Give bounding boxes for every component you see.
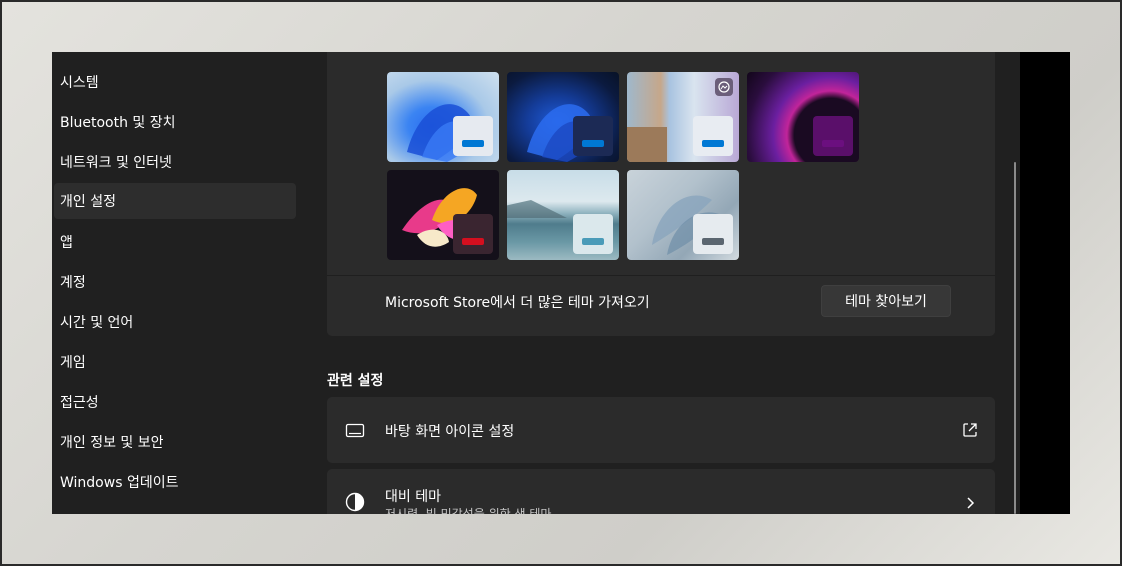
browse-themes-button[interactable]: 테마 찾아보기 (821, 285, 951, 317)
sidebar-item-label: 네트워크 및 인터넷 (60, 155, 172, 171)
accent-bar (702, 140, 724, 147)
sidebar-item-label: 앱 (60, 235, 73, 251)
sidebar-item-label: Windows 업데이트 (60, 475, 179, 491)
row-title: 바탕 화면 아이콘 설정 (385, 424, 515, 440)
sidebar-item-bluetooth[interactable]: Bluetooth 및 장치 (54, 104, 296, 140)
external-link-icon (963, 423, 977, 437)
sidebar-item-label: 개인 설정 (60, 194, 116, 210)
theme-card: Microsoft Store에서 더 많은 테마 가져오기 테마 찾아보기 (327, 52, 995, 336)
monitor-icon (345, 423, 365, 438)
accent-bar (702, 238, 724, 245)
sidebar-item-system[interactable]: 시스템 (54, 64, 296, 100)
accent-bar (822, 140, 844, 147)
theme-swatch (573, 214, 613, 254)
settings-window: 시스템 Bluetooth 및 장치 네트워크 및 인터넷 개인 설정 앱 계정… (52, 52, 1070, 514)
theme-swatch (693, 214, 733, 254)
theme-thumbnail-glow[interactable] (747, 72, 859, 162)
sidebar-item-label: Bluetooth 및 장치 (60, 115, 176, 131)
accent-bar (582, 238, 604, 245)
sidebar-item-label: 시간 및 언어 (60, 315, 134, 331)
desktop-icon-settings-row[interactable]: 바탕 화면 아이콘 설정 (327, 397, 995, 463)
sidebar-item-label: 게임 (60, 355, 86, 371)
theme-thumbnail-windows-dark[interactable] (507, 72, 619, 162)
theme-thumbnail-flow[interactable] (627, 170, 739, 260)
theme-thumbnail-sunrise[interactable] (507, 170, 619, 260)
sidebar-item-label: 접근성 (60, 395, 99, 411)
chevron-right-icon (967, 497, 975, 509)
theme-swatch (813, 116, 853, 156)
sidebar-item-label: 개인 정보 및 보안 (60, 435, 164, 451)
sidebar-item-gaming[interactable]: 게임 (54, 344, 296, 380)
right-black-panel (1020, 52, 1070, 514)
sidebar-item-accessibility[interactable]: 접근성 (54, 384, 296, 420)
theme-swatch (693, 116, 733, 156)
sidebar-item-network[interactable]: 네트워크 및 인터넷 (54, 144, 296, 180)
contrast-themes-row[interactable]: 대비 테마 저시력, 빛 민감성을 위한 색 테마 (327, 469, 995, 514)
sidebar-item-privacy-security[interactable]: 개인 정보 및 보안 (54, 424, 296, 460)
theme-swatch (453, 116, 493, 156)
landscape-strip (627, 127, 667, 162)
store-themes-label: Microsoft Store에서 더 많은 테마 가져오기 (385, 295, 650, 311)
sidebar-item-label: 시스템 (60, 75, 99, 91)
accent-bar (582, 140, 604, 147)
main-content: Microsoft Store에서 더 많은 테마 가져오기 테마 찾아보기 관… (327, 52, 995, 514)
contrast-icon (345, 492, 365, 512)
theme-swatch (573, 116, 613, 156)
row-title: 대비 테마 (385, 489, 441, 505)
sidebar-item-personalization[interactable]: 개인 설정 (54, 183, 296, 219)
sidebar-item-windows-update[interactable]: Windows 업데이트 (54, 464, 296, 500)
scrollbar[interactable] (1014, 162, 1016, 514)
theme-swatch (453, 214, 493, 254)
sidebar-nav: 시스템 Bluetooth 및 장치 네트워크 및 인터넷 개인 설정 앱 계정… (52, 52, 302, 514)
hill-shape (507, 200, 567, 218)
sidebar-item-apps[interactable]: 앱 (54, 224, 296, 260)
sidebar-item-time-language[interactable]: 시간 및 언어 (54, 304, 296, 340)
spotlight-badge-icon (715, 78, 733, 96)
accent-bar (462, 238, 484, 245)
theme-thumbnail-windows-spotlight[interactable] (627, 72, 739, 162)
related-settings-title: 관련 설정 (327, 373, 384, 389)
theme-thumbnail-captured-motion[interactable] (387, 170, 499, 260)
theme-thumbnail-windows-light[interactable] (387, 72, 499, 162)
sidebar-item-label: 계정 (60, 275, 86, 291)
card-divider (327, 275, 995, 276)
sidebar-item-accounts[interactable]: 계정 (54, 264, 296, 300)
accent-bar (462, 140, 484, 147)
row-subtitle: 저시력, 빛 민감성을 위한 색 테마 (385, 507, 552, 514)
